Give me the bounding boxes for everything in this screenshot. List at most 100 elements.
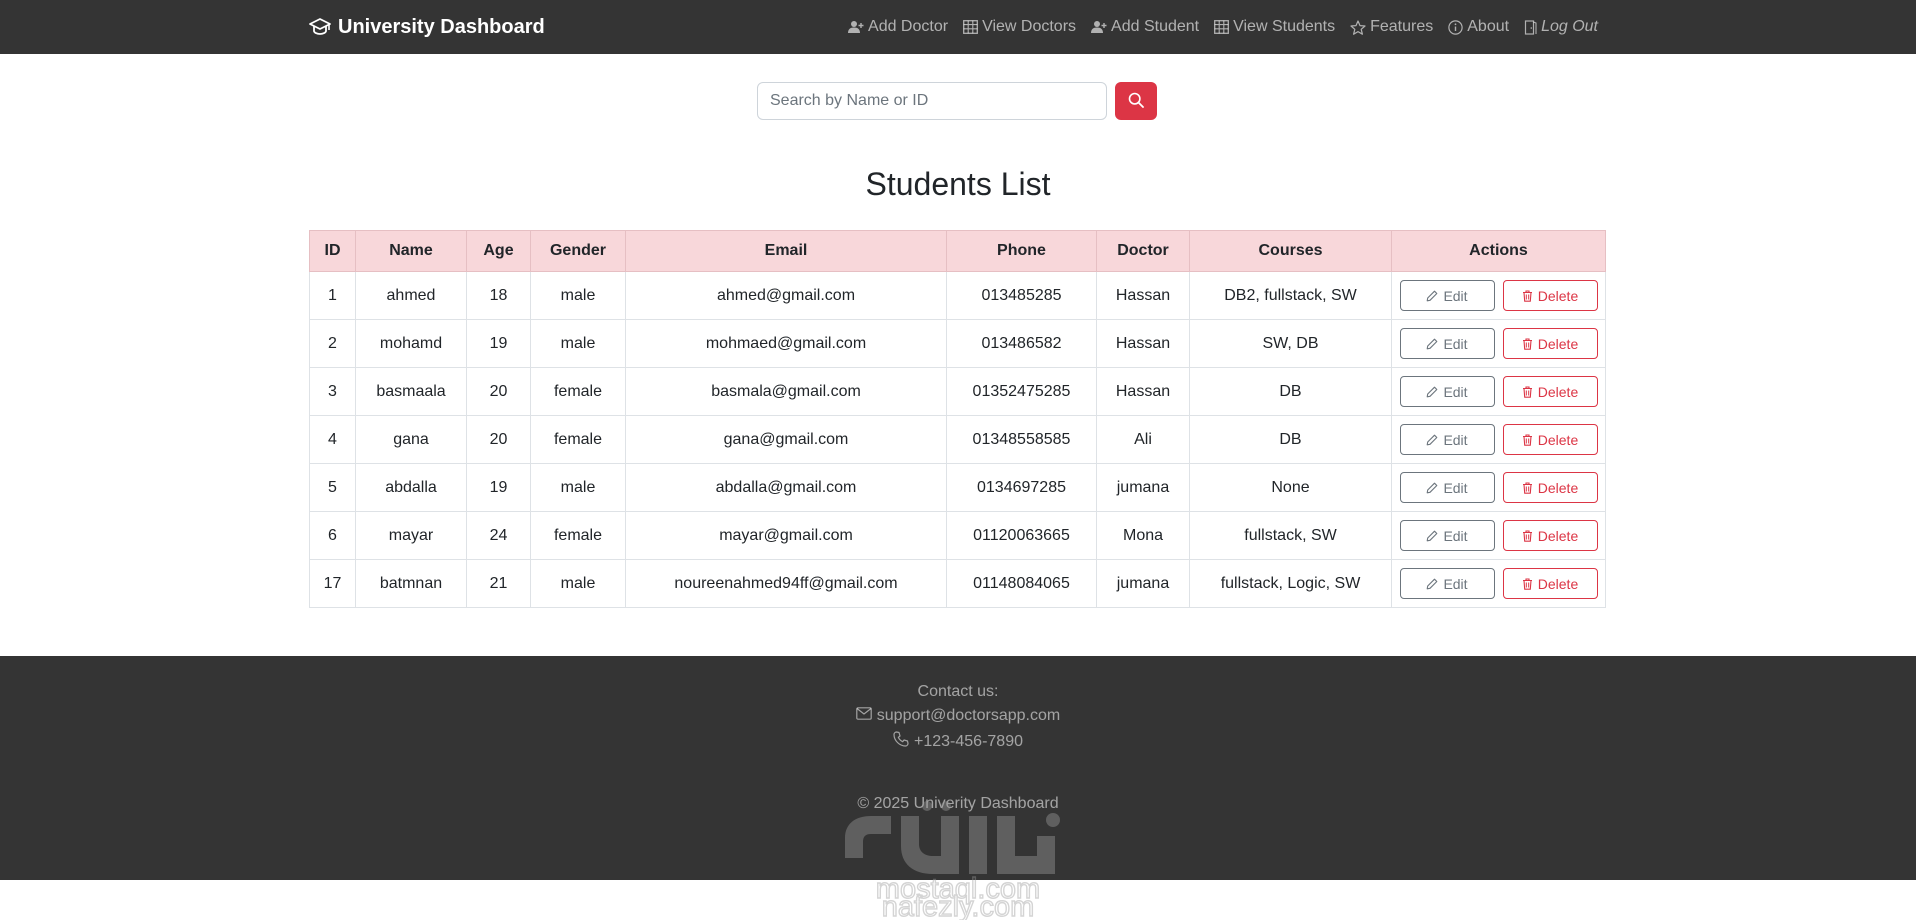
trash-icon xyxy=(1522,577,1533,590)
nav-features-label: Features xyxy=(1370,18,1434,35)
delete-button[interactable]: Delete xyxy=(1502,472,1598,503)
row-actions: Edit Delete xyxy=(1392,416,1605,463)
edit-button[interactable]: Edit xyxy=(1399,472,1495,503)
col-header-doctor: Doctor xyxy=(1096,230,1190,272)
cell-doctor: Hassan xyxy=(1096,271,1190,320)
students-table-wrapper: ID Name Age Gender Email Phone Doctor Co… xyxy=(309,230,1606,608)
col-header-email: Email xyxy=(625,230,947,272)
cell-doctor: Mona xyxy=(1096,511,1190,560)
brand-text: University Dashboard xyxy=(338,15,545,38)
delete-button[interactable]: Delete xyxy=(1502,424,1598,455)
footer-contact-heading: Contact us: xyxy=(917,683,999,700)
trash-icon xyxy=(1522,529,1533,542)
nav-add-doctor[interactable]: Add Doctor xyxy=(848,18,948,36)
footer-email[interactable]: support@doctorsapp.com xyxy=(877,707,1060,725)
table-row: 17 batmnan 21 male noureenahmed94ff@gmail.co… xyxy=(309,559,1606,608)
delete-button[interactable]: Delete xyxy=(1502,280,1598,311)
trash-icon xyxy=(1522,289,1533,302)
row-actions: Edit Delete xyxy=(1392,320,1605,367)
cell-actions: Edit Delete xyxy=(1391,559,1606,608)
edit-button[interactable]: Edit xyxy=(1399,520,1495,551)
delete-button[interactable]: Delete xyxy=(1502,568,1598,599)
pencil-icon xyxy=(1426,434,1438,446)
table-row: 6 mayar 24 female mayar@gmail.com 01120063665… xyxy=(309,511,1606,560)
trash-icon xyxy=(1522,385,1533,398)
nav-add-doctor-label: Add Doctor xyxy=(868,18,949,35)
edit-button[interactable]: Edit xyxy=(1399,280,1495,311)
star-icon xyxy=(1350,19,1366,35)
cell-actions: Edit Delete xyxy=(1391,367,1606,416)
cell-name: abdalla xyxy=(355,463,467,512)
pencil-icon xyxy=(1426,482,1438,494)
students-table: ID Name Age Gender Email Phone Doctor Co… xyxy=(309,230,1606,608)
cell-email: basmala@gmail.com xyxy=(625,367,947,416)
delete-label: Delete xyxy=(1537,383,1579,400)
cell-age: 19 xyxy=(466,319,531,368)
delete-label: Delete xyxy=(1537,575,1579,592)
cell-name: gana xyxy=(355,415,467,464)
cell-phone: 01352475285 xyxy=(946,367,1097,416)
nav-add-student[interactable]: Add Student xyxy=(1091,18,1199,36)
cell-phone: 01348558585 xyxy=(946,415,1097,464)
cell-actions: Edit Delete xyxy=(1391,319,1606,368)
pencil-icon xyxy=(1426,290,1438,302)
trash-icon xyxy=(1522,481,1533,494)
row-actions: Edit Delete xyxy=(1392,464,1605,511)
cell-gender: female xyxy=(530,415,626,464)
col-header-courses: Courses xyxy=(1189,230,1392,272)
cell-phone: 013485285 xyxy=(946,271,1097,320)
nav-view-doctors[interactable]: View Doctors xyxy=(963,18,1076,36)
trash-icon xyxy=(1522,433,1533,446)
cell-id: 1 xyxy=(309,271,356,320)
navbar: University Dashboard Add Doctor View Doc… xyxy=(0,0,1916,54)
info-circle-icon xyxy=(1448,19,1463,35)
nav-features[interactable]: Features xyxy=(1350,18,1433,36)
cell-actions: Edit Delete xyxy=(1391,415,1606,464)
cell-phone: 013486582 xyxy=(946,319,1097,368)
cell-courses: DB xyxy=(1189,415,1392,464)
cell-age: 20 xyxy=(466,367,531,416)
cell-actions: Edit Delete xyxy=(1391,511,1606,560)
table-row: 3 basmaala 20 female basmala@gmail.com 013524… xyxy=(309,367,1606,416)
cell-gender: male xyxy=(530,559,626,608)
cell-id: 6 xyxy=(309,511,356,560)
cell-id: 4 xyxy=(309,415,356,464)
trash-icon xyxy=(1522,337,1533,350)
nav-add-student-label: Add Student xyxy=(1111,18,1200,35)
nav-about[interactable]: About xyxy=(1448,18,1509,36)
nav-logout[interactable]: Log Out xyxy=(1524,18,1598,36)
delete-label: Delete xyxy=(1537,287,1579,304)
cell-age: 24 xyxy=(466,511,531,560)
delete-button[interactable]: Delete xyxy=(1502,328,1598,359)
delete-label: Delete xyxy=(1537,431,1579,448)
edit-button[interactable]: Edit xyxy=(1399,376,1495,407)
nav-view-students[interactable]: View Students xyxy=(1214,18,1335,36)
cell-email: gana@gmail.com xyxy=(625,415,947,464)
table-row: 1 ahmed 18 male ahmed@gmail.com 013485285 Hass… xyxy=(309,271,1606,320)
cell-email: mayar@gmail.com xyxy=(625,511,947,560)
pencil-icon xyxy=(1426,338,1438,350)
cell-courses: DB2, fullstack, SW xyxy=(1189,271,1392,320)
table-body: 1 ahmed 18 male ahmed@gmail.com 013485285 Hass… xyxy=(309,271,1606,608)
cell-name: mohamd xyxy=(355,319,467,368)
row-actions: Edit Delete xyxy=(1392,368,1605,415)
delete-button[interactable]: Delete xyxy=(1502,520,1598,551)
row-actions: Edit Delete xyxy=(1392,272,1605,319)
cell-doctor: Ali xyxy=(1096,415,1190,464)
cell-name: mayar xyxy=(355,511,467,560)
edit-button[interactable]: Edit xyxy=(1399,424,1495,455)
footer: Contact us: support@doctorsapp.com +123-… xyxy=(0,656,1916,880)
edit-button[interactable]: Edit xyxy=(1399,568,1495,599)
brand[interactable]: University Dashboard xyxy=(309,0,545,54)
cell-doctor: jumana xyxy=(1096,559,1190,608)
edit-button[interactable]: Edit xyxy=(1399,328,1495,359)
col-header-age: Age xyxy=(466,230,531,272)
cell-name: ahmed xyxy=(355,271,467,320)
search-button[interactable] xyxy=(1115,82,1157,120)
cell-id: 3 xyxy=(309,367,356,416)
delete-label: Delete xyxy=(1537,527,1579,544)
cell-name: batmnan xyxy=(355,559,467,608)
search-input[interactable] xyxy=(757,82,1107,120)
cell-gender: male xyxy=(530,463,626,512)
delete-button[interactable]: Delete xyxy=(1502,376,1598,407)
